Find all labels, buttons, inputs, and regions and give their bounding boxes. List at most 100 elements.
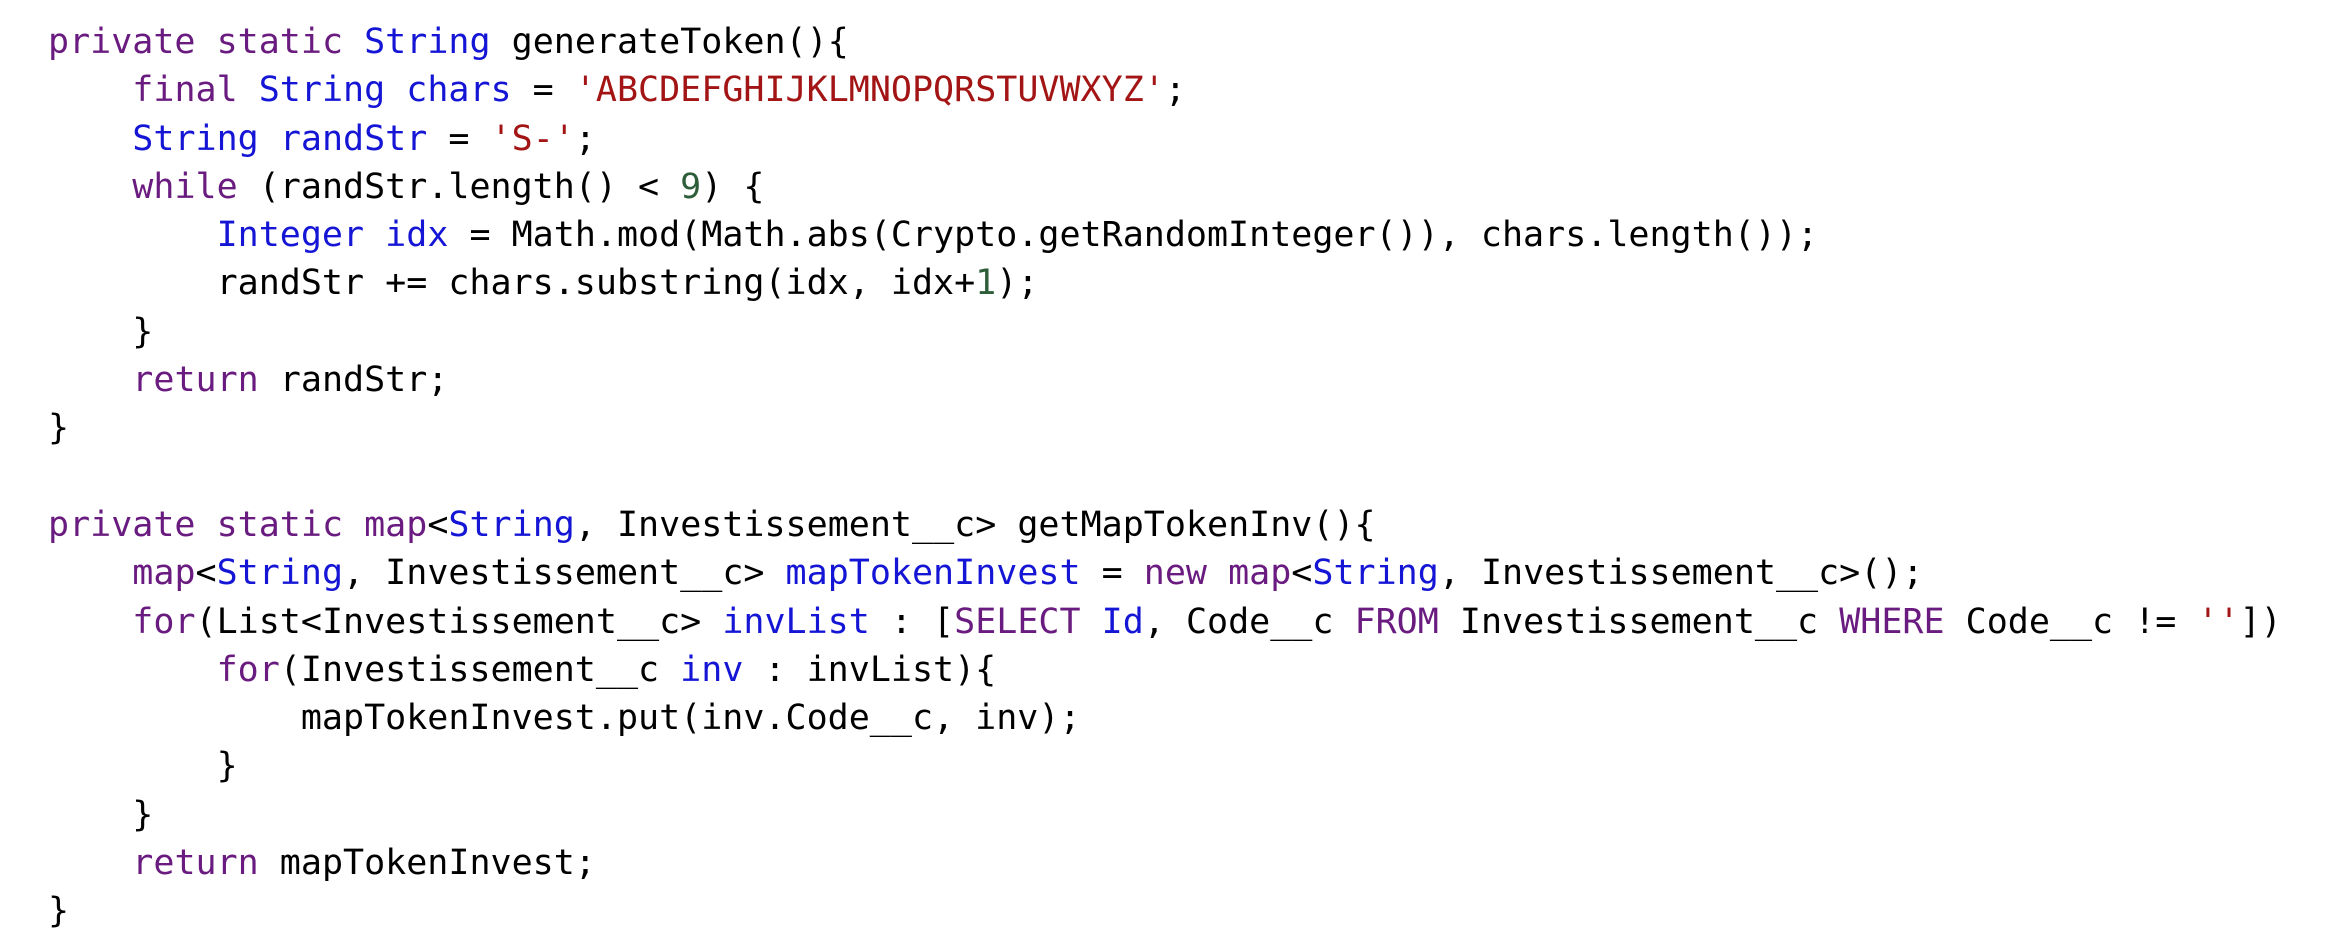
code-token-type: invList (722, 601, 870, 642)
code-line: } (48, 887, 2282, 935)
code-token-plain: ]) (2239, 601, 2282, 642)
code-token-plain: , Investissement__c>(); (1438, 553, 1924, 594)
code-token-plain: < (427, 504, 449, 545)
code-token-plain: mapTokenInvest; (258, 843, 596, 884)
code-token-plain: (List<Investissement__c> (195, 601, 723, 642)
code-token-plain: = (511, 70, 575, 111)
code-token-type: Id (1101, 601, 1144, 642)
code-token-type: String (258, 70, 386, 111)
code-token-type: idx (385, 215, 449, 256)
code-token-type: Integer (216, 215, 365, 256)
code-token-plain: , Investissement__c> (343, 553, 786, 594)
code-token-plain: : [ (869, 601, 955, 642)
code-token-plain: Investissement__c (1438, 601, 1840, 642)
code-token-type: String (364, 22, 491, 62)
code-token-keyword: SELECT (954, 601, 1081, 642)
code-token-type: randStr (279, 118, 428, 159)
code-token-keyword: FROM (1354, 601, 1439, 642)
code-line: mapTokenInvest.put(inv.Code__c, inv); (48, 694, 2282, 742)
code-token-keyword: map (132, 553, 196, 594)
code-token-plain: , Investissement__c> getMapTokenInv(){ (574, 504, 1376, 545)
code-token-plain: randStr; (258, 360, 449, 401)
code-token-plain: mapTokenInvest.put(inv.Code__c, inv); (48, 698, 1081, 739)
code-line: } (48, 308, 2282, 356)
code-token-keyword: map (364, 504, 428, 545)
code-token-plain: = (427, 118, 491, 159)
code-token-plain: } (48, 311, 154, 352)
code-token-keyword: WHERE (1839, 601, 1945, 642)
code-token-string: 'ABCDEFGHIJKLMNOPQRSTUVWXYZ' (574, 70, 1165, 111)
code-editor[interactable]: private static String generateToken(){ f… (48, 18, 2282, 936)
code-token-keyword: private (48, 22, 196, 62)
code-token-string: 'S-' (490, 118, 575, 159)
code-line: return randStr; (48, 356, 2282, 404)
code-line: return mapTokenInvest; (48, 839, 2282, 887)
code-line: randStr += chars.substring(idx, idx+1); (48, 259, 2282, 307)
code-token-plain: (Investissement__c (279, 649, 681, 690)
code-token-keyword: return (132, 843, 259, 884)
code-line: while (randStr.length() < 9) { (48, 163, 2282, 211)
code-token-keyword: final (132, 70, 238, 111)
code-token-plain: ; (574, 118, 596, 159)
code-token-plain: } (48, 891, 70, 932)
code-token-plain: : invList){ (743, 649, 997, 690)
code-token-plain: ) { (701, 166, 765, 207)
code-token-plain: } (48, 746, 238, 787)
code-token-keyword: return (132, 360, 259, 401)
code-token-plain: generateToken(){ (490, 22, 849, 62)
code-token-plain: ); (996, 263, 1039, 304)
code-token-keyword: static (216, 504, 344, 545)
code-line: private static map<String, Investissemen… (48, 501, 2282, 549)
code-line: for(List<Investissement__c> invList : [S… (48, 598, 2282, 646)
code-line: String randStr = 'S-'; (48, 115, 2282, 163)
code-token-plain: , Code__c (1143, 601, 1355, 642)
code-token-type: String (1312, 553, 1439, 594)
code-line: } (48, 742, 2282, 790)
code-token-type: String (216, 553, 344, 594)
code-token-number: 9 (680, 166, 702, 207)
code-token-plain: Code__c != (1944, 601, 2198, 642)
code-token-plain: = (1080, 553, 1144, 594)
code-token-plain: } (48, 794, 154, 835)
code-token-keyword: for (132, 601, 196, 642)
code-line: map<String, Investissement__c> mapTokenI… (48, 549, 2282, 597)
code-line: } (48, 791, 2282, 839)
code-token-plain: (randStr.length() < (237, 166, 681, 207)
code-token-number: 1 (975, 263, 997, 304)
code-token-type: String (448, 504, 575, 545)
code-token-type: inv (680, 649, 744, 690)
code-token-plain: = Math.mod(Math.abs(Crypto.getRandomInte… (448, 215, 1819, 256)
code-token-keyword: while (132, 166, 238, 207)
code-line: Integer idx = Math.mod(Math.abs(Crypto.g… (48, 211, 2282, 259)
code-token-plain: randStr += chars.substring(idx, idx+ (48, 263, 976, 304)
code-token-plain: < (1291, 553, 1313, 594)
code-token-keyword: new (1143, 553, 1207, 594)
code-token-string: '' (2197, 601, 2240, 642)
code-token-keyword: static (216, 22, 344, 62)
code-line: } (48, 404, 2282, 452)
code-token-keyword: for (216, 649, 280, 690)
code-token-plain: ; (1164, 70, 1186, 111)
code-line: private static String generateToken(){ (48, 18, 2282, 66)
code-line: ​ (48, 453, 2282, 501)
code-token-keyword: map (1228, 553, 1292, 594)
code-token-type: mapTokenInvest (785, 553, 1081, 594)
